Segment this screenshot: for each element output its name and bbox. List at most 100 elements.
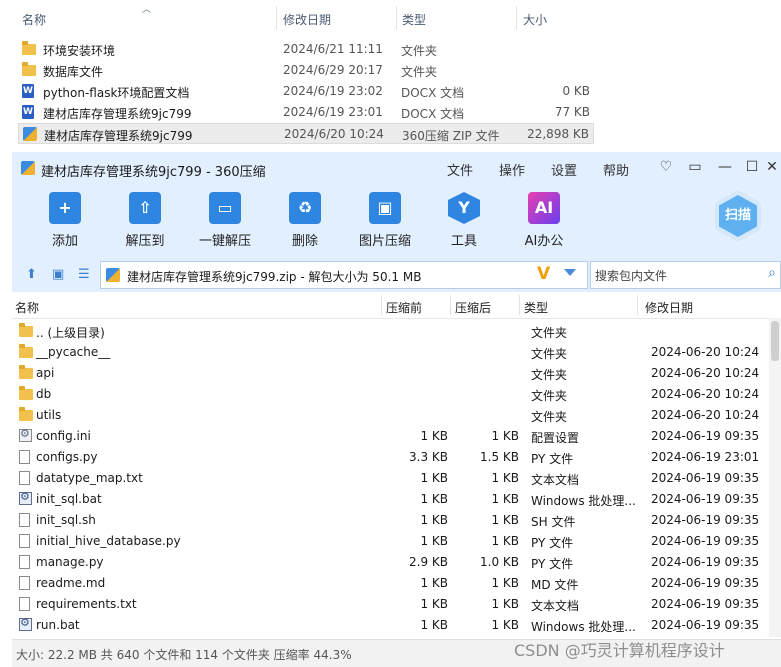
- search-box[interactable]: ⌕: [590, 261, 781, 289]
- minimize-icon[interactable]: —: [716, 157, 734, 177]
- entry-size-after: 1 KB: [491, 471, 519, 485]
- verified-v-icon[interactable]: V: [537, 264, 550, 284]
- menu-settings[interactable]: 设置: [551, 160, 577, 179]
- entry-type: PY 文件: [531, 536, 574, 550]
- image-compress-label: 图片压缩: [359, 234, 412, 249]
- title-bar[interactable]: 建材店库存管理系统9jc799 - 360压缩 文件 操作 设置 帮助 ♡ ▭ …: [12, 152, 781, 186]
- file-row-docx-system[interactable]: W 建材店库存管理系统9jc799 2024/6/19 23:01 DOCX 文…: [18, 102, 594, 123]
- file-date: 2024/6/21 11:11: [283, 42, 383, 56]
- add-label: 添加: [51, 234, 78, 249]
- maximize-icon[interactable]: ☐: [743, 157, 761, 177]
- column-divider[interactable]: [450, 295, 451, 315]
- menu-help[interactable]: 帮助: [603, 160, 629, 179]
- archive-path-field[interactable]: 建材店库存管理系统9jc799.zip - 解包大小为 50.1 MB V: [100, 261, 588, 289]
- file-row-zip-selected[interactable]: 建材店库存管理系统9jc799 2024/6/20 10:24 360压缩 ZI…: [18, 123, 594, 144]
- watermark-text: CSDN @巧灵计算机程序设计: [514, 641, 725, 660]
- archive-row[interactable]: configs.py 3.3 KB 1.5 KB PY 文件 2024-06-1…: [12, 447, 769, 468]
- archive-row[interactable]: api 文件夹 2024-06-20 10:24: [12, 363, 769, 384]
- column-divider[interactable]: [381, 295, 382, 315]
- entry-size-after: 1.5 KB: [480, 450, 519, 464]
- thumbnail-view-icon[interactable]: ▣: [52, 267, 64, 282]
- up-arrow-icon[interactable]: ⬆: [26, 267, 37, 282]
- entry-size-after: 1 KB: [491, 492, 519, 506]
- file-icon: [19, 576, 30, 590]
- column-divider[interactable]: [276, 6, 277, 30]
- entry-size-before: 1 KB: [420, 513, 448, 527]
- column-date[interactable]: 修改日期: [283, 11, 331, 28]
- file-row-folder-env[interactable]: 环境安装环境 2024/6/21 11:11 文件夹: [18, 39, 594, 60]
- file-name: 建材店库存管理系统9jc799: [43, 107, 192, 121]
- entry-name: init_sql.bat: [36, 492, 102, 506]
- file-icon: [19, 513, 30, 527]
- entry-type: SH 文件: [531, 515, 576, 529]
- entry-modified: 2024-06-19 09:35: [651, 618, 760, 632]
- entry-size-after: 1 KB: [491, 618, 519, 632]
- archive-row[interactable]: requirements.txt 1 KB 1 KB 文本文档 2024-06-…: [12, 594, 769, 615]
- add-button[interactable]: + 添加: [43, 192, 87, 249]
- batch-file-icon: [19, 616, 32, 631]
- archive-row[interactable]: db 文件夹 2024-06-20 10:24: [12, 384, 769, 405]
- archive-row[interactable]: init_sql.bat 1 KB 1 KB Windows 批处理... 20…: [12, 489, 769, 510]
- column-divider[interactable]: [637, 295, 638, 315]
- entry-modified: 2024-06-19 23:01: [651, 450, 760, 464]
- menu-file[interactable]: 文件: [447, 160, 473, 179]
- delete-button[interactable]: ♻ 删除: [285, 192, 325, 249]
- ai-office-button[interactable]: AI AI办公: [522, 192, 566, 249]
- archive-row[interactable]: initial_hive_database.py 1 KB 1 KB PY 文件…: [12, 531, 769, 552]
- explorer-column-header: ︿ 名称 修改日期 类型 大小: [0, 0, 781, 32]
- column-type[interactable]: 类型: [402, 11, 426, 28]
- entry-type: Windows 批处理...: [531, 620, 636, 634]
- archive-path-text: 建材店库存管理系统9jc799.zip - 解包大小为 50.1 MB: [127, 270, 422, 284]
- list-view-icon[interactable]: ☰: [78, 267, 90, 282]
- column-divider[interactable]: [396, 6, 397, 30]
- scan-button[interactable]: 扫描: [710, 190, 766, 250]
- menu-operation[interactable]: 操作: [499, 160, 525, 179]
- vertical-scrollbar[interactable]: [769, 318, 781, 637]
- archive-row[interactable]: datatype_map.txt 1 KB 1 KB 文本文档 2024-06-…: [12, 468, 769, 489]
- column-size[interactable]: 大小: [523, 11, 547, 28]
- file-row-folder-db[interactable]: 数据库文件 2024/6/29 20:17 文件夹: [18, 60, 594, 81]
- column-name[interactable]: 名称: [15, 299, 39, 316]
- close-icon[interactable]: ✕: [763, 157, 781, 177]
- file-date: 2024/6/29 20:17: [283, 63, 383, 77]
- docx-icon: W: [22, 105, 34, 119]
- file-type: DOCX 文档: [401, 86, 465, 100]
- image-compress-button[interactable]: ▣ 图片压缩: [359, 192, 411, 249]
- archive-row[interactable]: .. (上级目录) 文件夹: [12, 321, 769, 342]
- archive-row[interactable]: utils 文件夹 2024-06-20 10:24: [12, 405, 769, 426]
- window-title: 建材店库存管理系统9jc799 - 360压缩: [41, 165, 266, 180]
- file-row-docx-env[interactable]: W python-flask环境配置文档 2024/6/19 23:02 DOC…: [18, 81, 594, 102]
- scrollbar-thumb[interactable]: [771, 321, 779, 361]
- skin-icon[interactable]: ♡: [657, 157, 675, 177]
- file-explorer-list: ︿ 名称 修改日期 类型 大小 环境安装环境 2024/6/21 11:11 文…: [0, 0, 781, 152]
- entry-size-after: 1 KB: [491, 513, 519, 527]
- entry-size-before: 1 KB: [420, 471, 448, 485]
- one-click-extract-button[interactable]: ▭ 一键解压: [197, 192, 253, 249]
- archive-row[interactable]: readme.md 1 KB 1 KB MD 文件 2024-06-19 09:…: [12, 573, 769, 594]
- folder-icon: [22, 41, 36, 55]
- entry-name: utils: [36, 408, 62, 422]
- archive-row[interactable]: run.bat 1 KB 1 KB Windows 批处理... 2024-06…: [12, 615, 769, 636]
- folder-icon: [22, 62, 36, 76]
- column-compressed[interactable]: 压缩前: [386, 299, 422, 316]
- column-type[interactable]: 类型: [524, 299, 548, 316]
- dropdown-arrow-icon[interactable]: [564, 269, 576, 276]
- archive-row[interactable]: init_sql.sh 1 KB 1 KB SH 文件 2024-06-19 0…: [12, 510, 769, 531]
- extract-to-button[interactable]: ⇧ 解压到: [119, 192, 171, 249]
- entry-type: MD 文件: [531, 578, 579, 592]
- search-icon[interactable]: ⌕: [768, 265, 776, 281]
- archive-row[interactable]: manage.py 2.9 KB 1.0 KB PY 文件 2024-06-19…: [12, 552, 769, 573]
- entry-size-before: 1 KB: [420, 429, 448, 443]
- column-divider[interactable]: [516, 6, 517, 30]
- app-zip-icon: [21, 161, 35, 175]
- archive-row[interactable]: config.ini 1 KB 1 KB 配置设置 2024-06-19 09:…: [12, 426, 769, 447]
- feedback-icon[interactable]: ▭: [686, 157, 704, 177]
- column-divider[interactable]: [519, 295, 520, 315]
- search-input[interactable]: [593, 265, 762, 287]
- column-uncompressed[interactable]: 压缩后: [455, 299, 491, 316]
- column-name[interactable]: 名称: [22, 11, 46, 28]
- entry-type: 文件夹: [531, 389, 568, 403]
- tools-button[interactable]: Y 工具: [444, 192, 484, 249]
- archive-row[interactable]: __pycache__ 文件夹 2024-06-20 10:24: [12, 342, 769, 363]
- column-modified[interactable]: 修改日期: [645, 299, 693, 316]
